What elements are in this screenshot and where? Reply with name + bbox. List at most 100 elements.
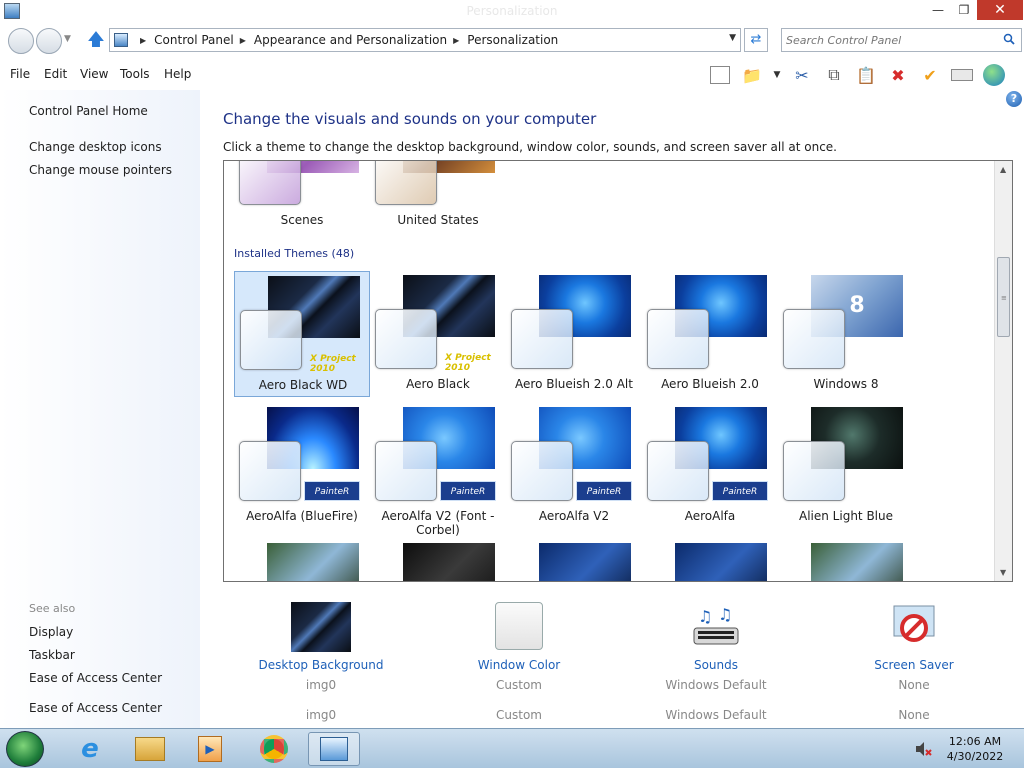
close-button[interactable]: ✕ (977, 0, 1023, 20)
option-value: Custom (496, 678, 542, 692)
up-arrow-icon[interactable]: 🡅 (86, 30, 106, 50)
breadcrumb-appearance[interactable]: Appearance and Personalization (254, 33, 447, 47)
recent-pages-dropdown-icon[interactable]: ▼ (64, 34, 71, 44)
link-display[interactable]: Display (29, 625, 73, 639)
start-button[interactable] (6, 731, 44, 767)
theme-caption: Alien Light Blue (799, 509, 893, 523)
theme-caption: Windows 8 (813, 377, 879, 391)
theme-aeroalfa[interactable]: PainteR AeroAlfa (642, 403, 778, 529)
theme-window-preview (783, 441, 845, 501)
theme-aeroalfa-bluefire[interactable]: PainteR AeroAlfa (BlueFire) (234, 403, 370, 529)
x-project-logo: X Project 2010 (310, 354, 356, 374)
menu-tools[interactable]: Tools (120, 67, 150, 81)
delete-icon[interactable]: ✖ (882, 62, 914, 88)
option-label[interactable]: Desktop Background (231, 658, 411, 672)
theme-alien-light-blue[interactable]: Alien Light Blue (778, 403, 914, 529)
search-icon[interactable] (1003, 33, 1015, 45)
option-value: None (898, 678, 930, 692)
theme-row3-5[interactable] (778, 539, 914, 581)
option-value-duplicate: None (898, 708, 930, 722)
theme-row3-1[interactable] (234, 539, 370, 581)
help-icon[interactable]: ? (1006, 91, 1022, 107)
breadcrumb-personalization[interactable]: Personalization (467, 33, 558, 47)
vertical-scrollbar[interactable]: ▲ ≡ ▼ (994, 161, 1012, 581)
theme-caption: Scenes (280, 213, 324, 227)
link-change-desktop-icons[interactable]: Change desktop icons (29, 140, 162, 154)
refresh-icon[interactable]: ⇄ (744, 28, 768, 52)
svg-text:♫: ♫ (718, 605, 732, 624)
forward-button[interactable] (36, 28, 62, 54)
scroll-thumb[interactable]: ≡ (997, 257, 1010, 337)
link-ease-of-access-duplicate[interactable]: Ease of Access Center (29, 701, 162, 715)
link-taskbar[interactable]: Taskbar (29, 648, 75, 662)
menu-help[interactable]: Help (164, 67, 191, 81)
theme-row3-3[interactable] (506, 539, 642, 581)
search-input[interactable] (786, 31, 996, 49)
folder-dropdown-icon[interactable]: ▼ (768, 62, 786, 88)
theme-preview-image (675, 543, 767, 581)
volume-muted-icon[interactable] (914, 741, 932, 757)
painter-badge: PainteR (440, 481, 496, 501)
theme-caption: Aero Blueish 2.0 (661, 377, 759, 391)
see-also-label: See also (29, 602, 76, 615)
theme-aero-black-wd[interactable]: X Project 2010 Aero Black WD (234, 271, 370, 397)
chevron-right-icon[interactable]: ▶ (240, 36, 246, 45)
theme-row3-4[interactable] (642, 539, 778, 581)
file-explorer-icon[interactable] (124, 732, 176, 766)
media-player-icon[interactable]: ▶ (184, 732, 236, 766)
link-ease-of-access[interactable]: Ease of Access Center (29, 671, 162, 685)
tray-clock[interactable]: 12:06 AM 4/30/2022 (940, 734, 1010, 764)
theme-aero-black[interactable]: X Project 2010 Aero Black (370, 271, 506, 397)
painter-badge: PainteR (712, 481, 768, 501)
title-bar: Personalization — ❐ ✕ (0, 0, 1024, 24)
installed-themes-heading: Installed Themes (48) (234, 247, 355, 260)
page-title: Change the visuals and sounds on your co… (223, 110, 597, 128)
option-label[interactable]: Window Color (429, 658, 609, 672)
address-dropdown-icon[interactable]: ▼ (729, 33, 736, 43)
link-change-mouse-pointers[interactable]: Change mouse pointers (29, 163, 172, 177)
control-panel-taskbar-icon[interactable] (308, 732, 360, 766)
chevron-right-icon[interactable]: ▶ (453, 36, 459, 45)
checkmark-icon[interactable]: ✔ (914, 62, 946, 88)
theme-windows-8[interactable]: 8 Windows 8 (778, 271, 914, 397)
theme-aeroalfa-v2[interactable]: PainteR AeroAlfa V2 (506, 403, 642, 529)
address-bar[interactable]: ▶ Control Panel ▶ Appearance and Persona… (109, 28, 741, 52)
menu-view[interactable]: View (80, 67, 108, 81)
search-box[interactable] (781, 28, 1022, 52)
link-control-panel-home[interactable]: Control Panel Home (29, 104, 148, 118)
menu-edit[interactable]: Edit (44, 67, 67, 81)
breadcrumb-control-panel[interactable]: Control Panel (154, 33, 234, 47)
theme-list[interactable]: Scenes United States Installed Themes (4… (223, 160, 1013, 582)
theme-aero-blueish-2[interactable]: Aero Blueish 2.0 (642, 271, 778, 397)
menu-file[interactable]: File (10, 67, 30, 81)
scroll-up-icon[interactable]: ▲ (1000, 165, 1006, 174)
back-button[interactable] (8, 28, 34, 54)
theme-aeroalfa-v2-corbel[interactable]: PainteR AeroAlfa V2 (Font - Corbel) (370, 403, 506, 537)
theme-scenes[interactable]: Scenes (234, 161, 370, 233)
theme-aero-blueish-2-alt[interactable]: Aero Blueish 2.0 Alt (506, 271, 642, 397)
drive-icon[interactable] (946, 62, 978, 88)
theme-window-preview (375, 161, 437, 205)
layout-icon[interactable] (704, 62, 736, 88)
ie-icon[interactable]: e (64, 732, 116, 766)
theme-united-states[interactable]: United States (370, 161, 506, 233)
theme-preview-image (267, 543, 359, 581)
copy-icon[interactable]: ⧉ (818, 62, 850, 88)
chevron-right-icon[interactable]: ▶ (140, 36, 146, 45)
cut-icon[interactable]: ✂ (786, 62, 818, 88)
option-label[interactable]: Screen Saver (824, 658, 1004, 672)
theme-window-preview (783, 309, 845, 369)
theme-caption: AeroAlfa V2 (538, 509, 610, 523)
page-subtitle: Click a theme to change the desktop back… (223, 140, 837, 154)
theme-row3-2[interactable] (370, 539, 506, 581)
chrome-icon[interactable] (248, 732, 300, 766)
scroll-down-icon[interactable]: ▼ (1000, 568, 1006, 577)
breadcrumb: ▶ Control Panel ▶ Appearance and Persona… (134, 33, 558, 47)
theme-window-preview (511, 441, 573, 501)
paste-icon[interactable]: 📋 (850, 62, 882, 88)
option-label[interactable]: Sounds (626, 658, 806, 672)
maximize-button[interactable]: ❐ (951, 0, 977, 20)
folder-options-icon[interactable]: 📁 (736, 62, 768, 88)
minimize-button[interactable]: — (925, 0, 951, 20)
globe-icon[interactable] (978, 62, 1010, 88)
